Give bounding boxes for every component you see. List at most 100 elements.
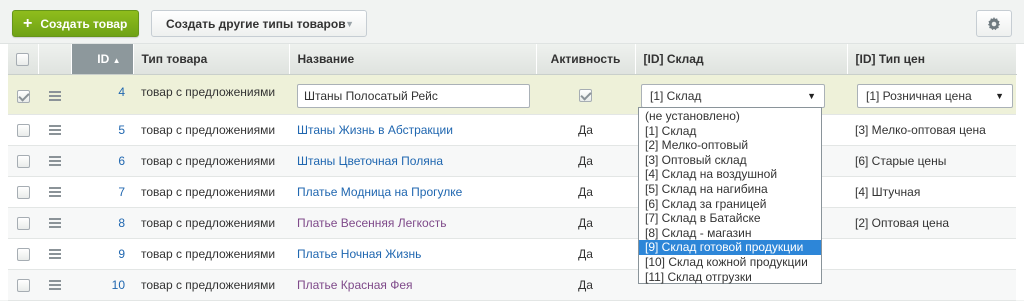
store-select[interactable]: [1] Склад ▼ <box>641 83 825 108</box>
store-option[interactable]: [8] Склад - магазин <box>639 226 821 241</box>
row-checkbox-cell[interactable] <box>8 269 38 301</box>
row-name-cell: Штаны Цветочная Поляна <box>289 145 536 177</box>
table-row[interactable]: 9 товар с предложениями Платье Ночная Жизн… <box>8 238 1016 270</box>
row-name-cell: Платье Весенняя Легкость <box>289 207 536 239</box>
table-row[interactable]: 7 товар с предложениями Платье Модница на … <box>8 176 1016 208</box>
column-header-id-label: ID <box>97 51 110 66</box>
row-active: Да <box>536 269 635 301</box>
row-menu-cell[interactable] <box>38 176 71 208</box>
row-type: товар с предложениями <box>133 269 289 301</box>
price-type-cell: [1] Розничная цена ▼ <box>847 74 1016 115</box>
row-active: Да <box>536 114 635 146</box>
hamburger-icon[interactable] <box>48 123 61 137</box>
hamburger-icon[interactable] <box>48 154 61 168</box>
settings-button[interactable] <box>976 10 1012 37</box>
hamburger-icon[interactable] <box>48 89 61 103</box>
toolbar: + Создать товар Создать другие типы това… <box>0 0 1024 44</box>
table-row[interactable]: 10 товар с предложениями Платье Красная Фе… <box>8 269 1016 301</box>
column-header-store[interactable]: [ID] Склад <box>635 44 848 75</box>
row-menu-cell[interactable] <box>38 114 71 146</box>
row-checkbox-cell[interactable] <box>8 238 38 270</box>
price-type-select[interactable]: [1] Розничная цена ▼ <box>857 83 1013 108</box>
product-name-link[interactable]: Штаны Цветочная Поляна <box>297 154 443 168</box>
active-cell <box>536 74 635 115</box>
row-checkbox[interactable] <box>16 154 30 168</box>
row-checkbox[interactable] <box>16 216 30 230</box>
row-price-type: [6] Старые цены <box>847 145 1016 177</box>
product-name-link[interactable]: Платье Ночная Жизнь <box>297 247 421 261</box>
store-option[interactable]: [2] Мелко-оптовый <box>639 138 821 153</box>
row-menu-cell[interactable] <box>38 269 71 301</box>
plus-icon: + <box>23 14 33 32</box>
store-option[interactable]: [5] Склад на нагибина <box>639 182 821 197</box>
row-id: 9 <box>71 238 133 270</box>
store-option[interactable]: [7] Склад в Батайске <box>639 211 821 226</box>
create-product-label: Создать товар <box>40 16 128 31</box>
table-row[interactable]: 6 товар с предложениями Штаны Цветочная По… <box>8 145 1016 177</box>
product-name-link[interactable]: Платье Красная Фея <box>297 278 413 292</box>
table-row-editing: 4 товар с предложениями Штаны Полосатый … <box>8 74 1016 115</box>
store-option[interactable]: [11] Склад отгрузки <box>639 270 821 285</box>
product-name-link[interactable]: Платье Модница на Прогулке <box>297 185 462 199</box>
column-header-type[interactable]: Тип товара <box>133 44 290 75</box>
row-checkbox[interactable] <box>16 247 30 261</box>
row-checkbox-cell[interactable] <box>8 114 38 146</box>
store-dropdown-list[interactable]: (не установлено) [1] Склад [2] Мелко-оптов… <box>638 107 822 284</box>
row-checkbox-cell[interactable] <box>8 74 38 115</box>
column-header-name[interactable]: Название <box>289 44 537 75</box>
store-option[interactable]: [3] Оптовый склад <box>639 153 821 168</box>
row-checkbox[interactable] <box>16 278 30 292</box>
hamburger-icon[interactable] <box>48 185 61 199</box>
row-menu-cell[interactable] <box>38 238 71 270</box>
dropdown-arrow-icon: ▼ <box>995 90 1004 101</box>
row-price-type: [3] Мелко-оптовая цена <box>847 114 1016 146</box>
row-checkbox[interactable] <box>16 185 30 199</box>
column-header-id[interactable]: ID ▲ <box>71 44 134 75</box>
dropdown-arrow-icon: ▼ <box>807 90 816 101</box>
hamburger-icon[interactable] <box>48 216 61 230</box>
row-checkbox[interactable] <box>16 89 30 103</box>
table-header: ID ▲ Тип товара Название Активность [ID]… <box>8 44 1017 75</box>
row-checkbox-cell[interactable] <box>8 145 38 177</box>
table-row[interactable]: 5 товар с предложениями Штаны Жизнь в Абст… <box>8 114 1016 146</box>
store-option[interactable]: (не установлено) <box>639 109 821 124</box>
hamburger-icon[interactable] <box>48 247 61 261</box>
row-menu-cell[interactable] <box>38 207 71 239</box>
table-row[interactable]: 8 товар с предложениями Платье Весенняя Ле… <box>8 207 1016 239</box>
active-checkbox[interactable] <box>579 88 592 102</box>
column-header-active[interactable]: Активность <box>536 44 636 75</box>
row-type: товар с предложениями <box>133 176 289 208</box>
row-id: 6 <box>71 145 133 177</box>
row-price-type <box>847 269 1016 301</box>
store-option[interactable]: [9] Склад готовой продукции <box>639 240 821 255</box>
store-option[interactable]: [4] Склад на воздушной <box>639 167 821 182</box>
select-all-checkbox[interactable] <box>16 52 30 66</box>
create-product-button[interactable]: + Создать товар <box>12 10 139 37</box>
store-option[interactable]: [10] Склад кожной продукции <box>639 255 821 270</box>
create-other-types-button[interactable]: Создать другие типы товаров ▼ <box>151 10 367 37</box>
select-all-checkbox-cell[interactable] <box>8 44 39 75</box>
name-cell: Штаны Полосатый Рейс <box>289 74 536 115</box>
menu-column-header <box>38 44 72 75</box>
row-id: 8 <box>71 207 133 239</box>
column-header-price-type[interactable]: [ID] Тип цен <box>847 44 1017 75</box>
product-name-link[interactable]: Платье Весенняя Легкость <box>297 216 446 230</box>
hamburger-icon[interactable] <box>48 278 61 292</box>
row-checkbox-cell[interactable] <box>8 176 38 208</box>
row-menu-cell[interactable] <box>38 145 71 177</box>
product-name-link[interactable]: Штаны Жизнь в Абстракции <box>297 123 453 137</box>
row-checkbox-cell[interactable] <box>8 207 38 239</box>
row-active: Да <box>536 176 635 208</box>
row-menu-cell[interactable] <box>38 74 71 115</box>
row-price-type: [4] Штучная <box>847 176 1016 208</box>
row-checkbox[interactable] <box>16 123 30 137</box>
row-type: товар с предложениями <box>133 145 289 177</box>
name-input[interactable]: Штаны Полосатый Рейс <box>297 83 530 108</box>
row-name-cell: Штаны Жизнь в Абстракции <box>289 114 536 146</box>
row-name-cell: Платье Красная Фея <box>289 269 536 301</box>
store-option[interactable]: [1] Склад <box>639 124 821 139</box>
row-id: 5 <box>71 114 133 146</box>
gear-icon <box>987 16 1001 30</box>
sort-asc-icon: ▲ <box>112 55 121 65</box>
store-option[interactable]: [6] Склад за границей <box>639 197 821 212</box>
